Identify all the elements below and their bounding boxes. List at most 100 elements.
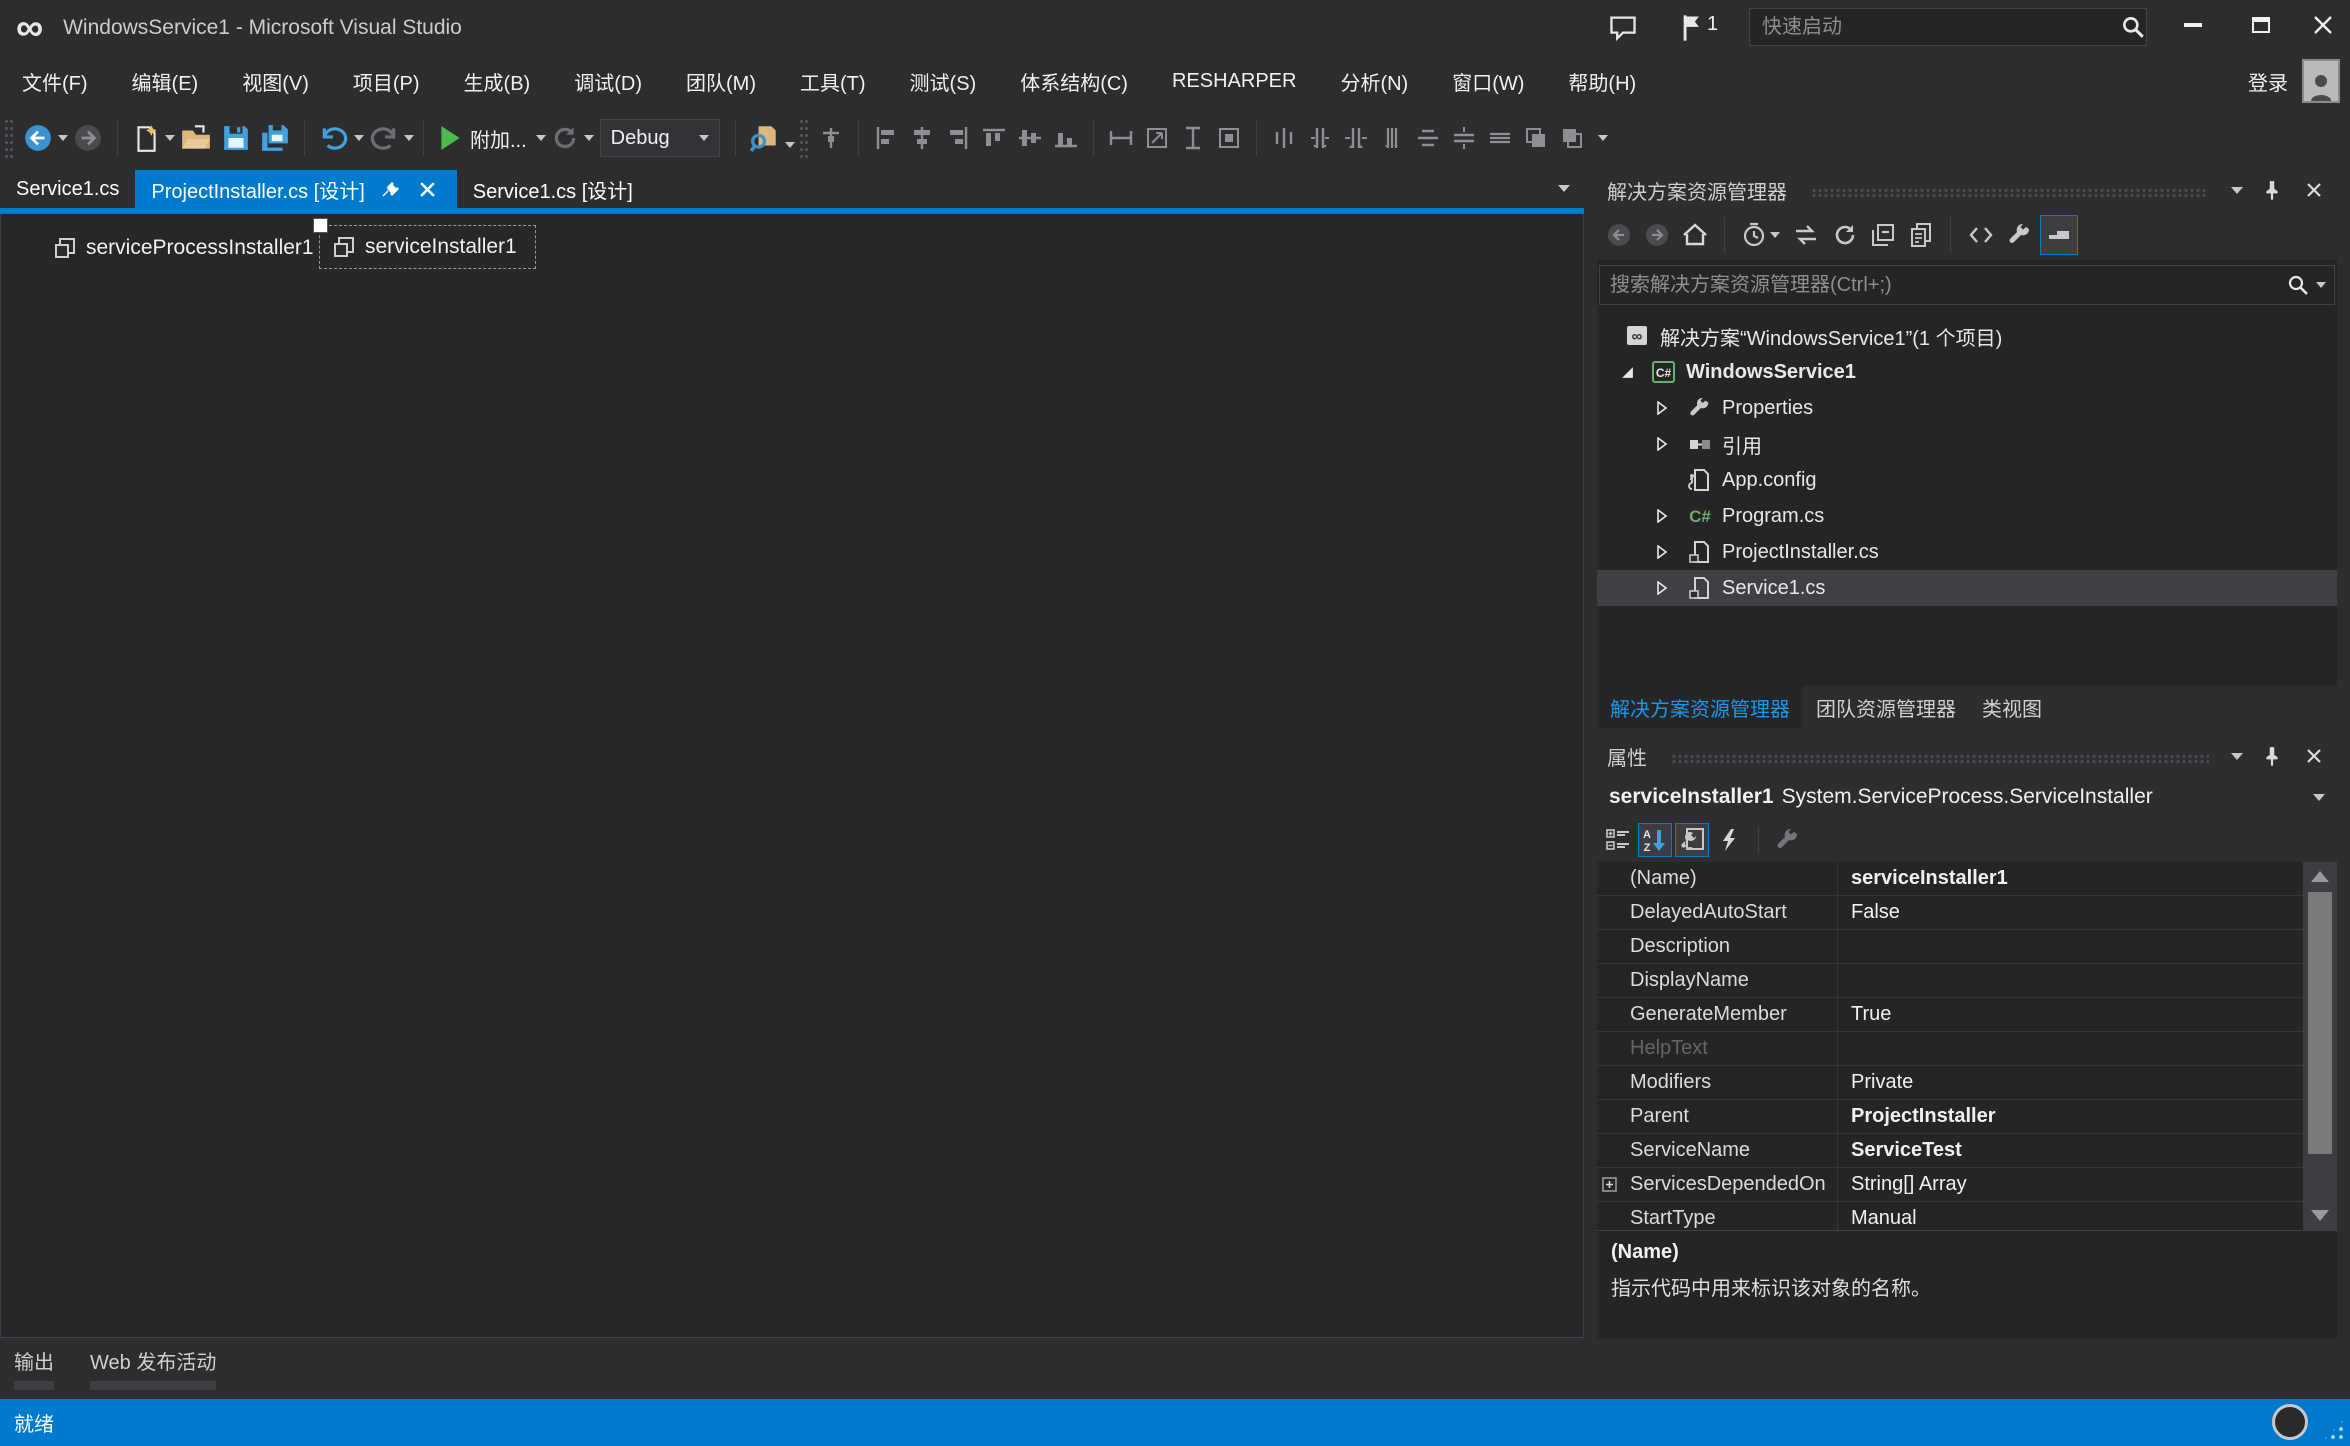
pin-panel-icon[interactable] — [2259, 177, 2285, 203]
size-to-grid-button[interactable] — [1139, 116, 1175, 160]
scrollbar-thumb[interactable] — [2308, 892, 2332, 1154]
se-sync-with-active-document-button[interactable] — [1787, 215, 1825, 255]
increase-horizontal-spacing-button[interactable] — [1302, 116, 1338, 160]
tree-item-appconfig[interactable]: App.config — [1597, 462, 2337, 498]
property-grid-scrollbar[interactable] — [2303, 862, 2337, 1230]
refresh-button[interactable] — [546, 116, 584, 160]
close-panel-icon[interactable] — [2301, 177, 2327, 203]
se-home-button[interactable] — [1677, 215, 1713, 255]
tree-item-references[interactable]: 引用 — [1597, 426, 2337, 462]
redo-button[interactable] — [364, 116, 404, 160]
se-view-code-button[interactable] — [1962, 215, 2000, 255]
decrease-horizontal-spacing-button[interactable] — [1338, 116, 1374, 160]
expand-property-icon[interactable] — [1602, 1177, 1617, 1192]
property-row[interactable]: HelpText — [1597, 1032, 2337, 1066]
menu-debug[interactable]: 调试(D) — [552, 67, 664, 96]
align-middles-button[interactable] — [1012, 116, 1048, 160]
align-to-grid-button[interactable] — [813, 116, 849, 160]
se-pending-changes-filter-button[interactable] — [1736, 215, 1785, 255]
navigate-back-dropdown[interactable] — [58, 135, 68, 141]
close-button[interactable] — [2300, 6, 2346, 44]
menu-architecture[interactable]: 体系结构(C) — [998, 67, 1150, 96]
minimize-button[interactable] — [2170, 6, 2216, 44]
component-serviceprocessinstaller1[interactable]: serviceProcessInstaller1 — [53, 236, 314, 260]
collapsed-arrow-icon[interactable] — [1654, 545, 1670, 559]
se-collapse-all-button[interactable] — [1865, 215, 1901, 255]
menu-team[interactable]: 团队(M) — [664, 67, 778, 96]
collapsed-arrow-icon[interactable] — [1654, 401, 1670, 415]
collapsed-arrow-icon[interactable] — [1654, 437, 1670, 451]
tab-service1-cs[interactable]: Service1.cs — [0, 170, 135, 208]
close-tab-icon[interactable] — [415, 176, 441, 202]
menu-edit[interactable]: 编辑(E) — [110, 67, 221, 96]
tab-class-view[interactable]: 类视图 — [1969, 686, 2055, 728]
window-position-dropdown[interactable] — [2231, 187, 2243, 194]
new-file-button[interactable] — [127, 116, 165, 160]
property-row[interactable]: Modifiers Private — [1597, 1066, 2337, 1100]
collapsed-arrow-icon[interactable] — [1654, 509, 1670, 523]
scroll-up-arrow[interactable] — [2311, 871, 2329, 882]
property-row[interactable]: GenerateMember True — [1597, 998, 2337, 1032]
layout-toolbar-drag-grip[interactable] — [799, 118, 809, 158]
selection-handle[interactable] — [313, 218, 328, 233]
navigate-back-button[interactable] — [18, 116, 58, 160]
window-position-dropdown[interactable] — [2231, 753, 2243, 760]
bring-to-front-button[interactable] — [1518, 116, 1554, 160]
make-same-size-button[interactable] — [1211, 116, 1247, 160]
user-avatar[interactable] — [2302, 59, 2340, 103]
tree-item-programcs[interactable]: C# Program.cs — [1597, 498, 2337, 534]
send-to-back-button[interactable] — [1554, 116, 1590, 160]
property-row[interactable]: ServiceName ServiceTest — [1597, 1134, 2337, 1168]
undo-button[interactable] — [314, 116, 354, 160]
solution-explorer-header[interactable]: 解决方案资源管理器 — [1597, 170, 2337, 210]
designer-surface[interactable]: serviceProcessInstaller1 serviceInstalle… — [0, 214, 1584, 1338]
tree-item-properties[interactable]: Properties — [1597, 390, 2337, 426]
component-serviceinstaller1[interactable]: serviceInstaller1 — [319, 225, 536, 269]
open-file-button[interactable] — [175, 116, 217, 160]
search-options-dropdown[interactable] — [2316, 282, 2326, 288]
collapsed-arrow-icon[interactable] — [1654, 581, 1670, 595]
maximize-button[interactable] — [2238, 6, 2284, 44]
properties-view-button[interactable] — [1675, 823, 1709, 857]
tree-item-solution[interactable]: ∞ 解决方案“WindowsService1”(1 个项目) — [1597, 318, 2337, 354]
tree-item-service1cs[interactable]: Service1.cs — [1597, 570, 2337, 606]
tree-item-projectinstallercs[interactable]: ProjectInstaller.cs — [1597, 534, 2337, 570]
menu-window[interactable]: 窗口(W) — [1430, 67, 1546, 96]
tab-service1-designer[interactable]: Service1.cs [设计] — [457, 170, 649, 208]
menu-resharper[interactable]: RESHARPER — [1150, 70, 1318, 93]
attach-dropdown[interactable] — [536, 135, 546, 141]
events-button[interactable] — [1712, 823, 1746, 857]
align-bottoms-button[interactable] — [1048, 116, 1084, 160]
solution-configuration-combo[interactable]: Debug — [600, 119, 720, 157]
property-pages-button[interactable] — [1771, 823, 1805, 857]
properties-header[interactable]: 属性 — [1597, 736, 2337, 776]
se-properties-button[interactable] — [2002, 215, 2038, 255]
web-publish-activity-tab[interactable]: Web 发布活动 — [90, 1346, 216, 1390]
align-rights-button[interactable] — [940, 116, 976, 160]
se-back-button[interactable] — [1601, 215, 1637, 255]
notifications-flag-icon[interactable]: 1 — [1680, 13, 1718, 43]
se-preview-selected-items-toggle[interactable] — [2040, 215, 2078, 255]
output-tab[interactable]: 输出 — [14, 1346, 54, 1390]
solution-explorer-search-input[interactable] — [1600, 274, 2286, 297]
redo-dropdown[interactable] — [404, 135, 414, 141]
quick-launch-search[interactable] — [1749, 8, 2147, 46]
make-horizontal-spacing-equal-button[interactable] — [1266, 116, 1302, 160]
se-refresh-button[interactable] — [1827, 215, 1863, 255]
find-in-files-button[interactable] — [745, 116, 785, 160]
menu-project[interactable]: 项目(P) — [331, 67, 442, 96]
feedback-icon[interactable] — [1608, 14, 1638, 42]
pin-tab-icon[interactable] — [377, 176, 403, 202]
new-file-dropdown[interactable] — [165, 135, 175, 141]
toolbar-drag-grip[interactable] — [4, 118, 14, 158]
tree-item-project-windowsservice1[interactable]: C# WindowsService1 — [1597, 354, 2337, 390]
property-row[interactable]: ServicesDependedOn String[] Array — [1597, 1168, 2337, 1202]
menu-build[interactable]: 生成(B) — [442, 67, 553, 96]
document-well-dropdown[interactable] — [1558, 185, 1570, 192]
attach-debugger-button[interactable]: 附加... — [433, 116, 536, 160]
undo-dropdown[interactable] — [354, 135, 364, 141]
toolbar-overflow-dropdown[interactable] — [1598, 135, 1608, 141]
categorized-button[interactable] — [1601, 823, 1635, 857]
expanded-arrow-icon[interactable] — [1619, 366, 1635, 379]
menu-help[interactable]: 帮助(H) — [1546, 67, 1658, 96]
